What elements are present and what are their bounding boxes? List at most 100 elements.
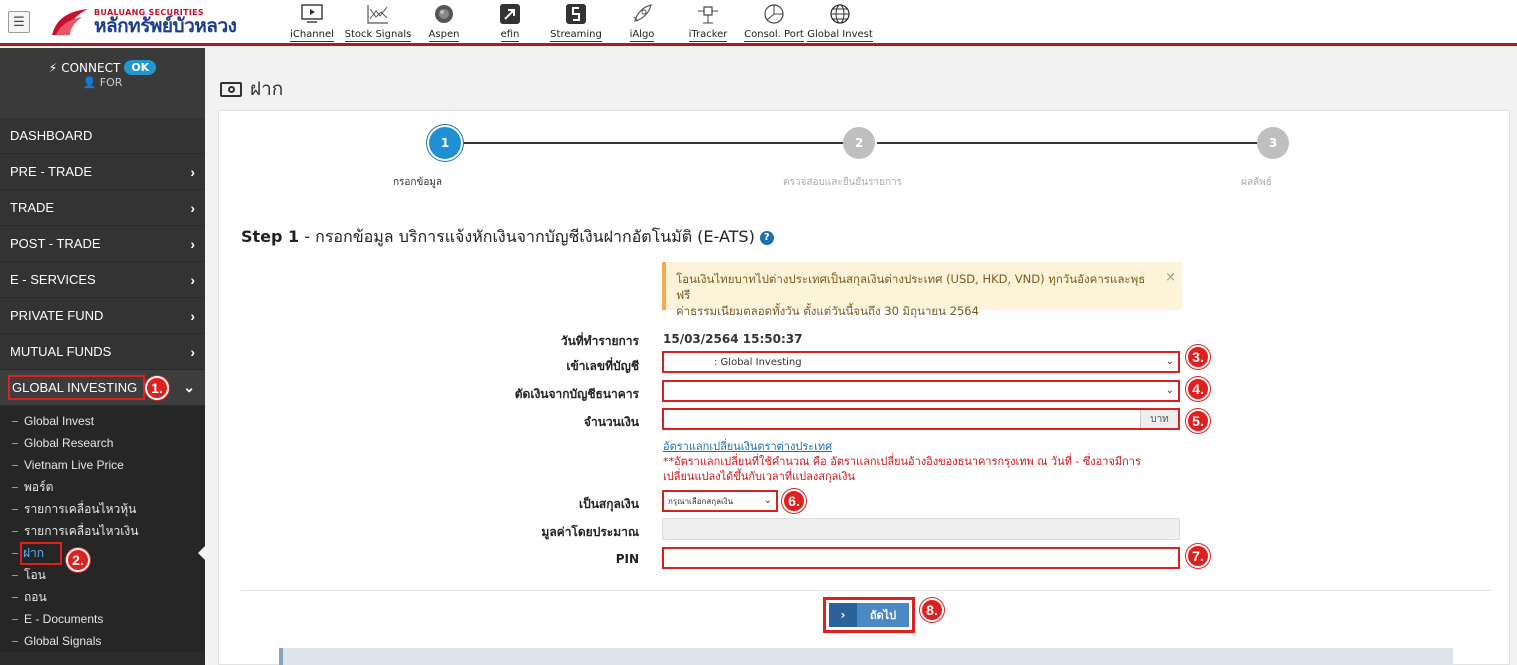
- annotation-marker: 3.: [1186, 345, 1210, 369]
- sidebar-item-post-trade[interactable]: POST - TRADE ›: [0, 226, 205, 262]
- chevron-right-icon: ›: [190, 271, 195, 288]
- fx-warning-line-2: เปลี่ยนแปลงได้ขึ้นกับเวลาที่แปลงสกุลเงิน: [663, 470, 856, 483]
- notice-line-2: ค่าธรรมเนียมตลอดทั้งวัน ตั้งแต่วันนี้จนถ…: [676, 304, 979, 318]
- app-link-global-invest[interactable]: Global Invest: [807, 0, 873, 44]
- globe-dark-icon: [431, 2, 457, 26]
- app-link-label: iAlgo: [629, 29, 655, 42]
- step-heading-bold: Step 1: [241, 227, 300, 246]
- submenu-item-label: รายการเคลื่อนไหวหุ้น: [24, 501, 137, 516]
- submenu-item-label: Global Invest: [24, 414, 95, 428]
- submenu-item-label: E - Documents: [24, 612, 104, 626]
- annotation-marker: 6.: [782, 489, 806, 513]
- money-icon: [220, 81, 242, 97]
- step-1-label: กรอกข้อมูล: [393, 177, 443, 188]
- app-link-label: Consol. Port: [744, 29, 804, 42]
- info-panel: [279, 648, 1453, 665]
- connection-status: ⚡ CONNECT OK 👤 FOR: [0, 48, 205, 118]
- app-link-efin[interactable]: efin: [478, 0, 542, 44]
- annotation-marker: 5.: [1186, 409, 1210, 433]
- monitor-play-icon: [299, 2, 325, 26]
- submenu-item-global-research[interactable]: Global Research: [0, 432, 205, 454]
- submenu-item-deposit[interactable]: ฝาก: [0, 541, 205, 565]
- chevron-right-icon: ›: [190, 307, 195, 324]
- close-icon[interactable]: ×: [1165, 270, 1176, 286]
- sidebar-item-trade[interactable]: TRADE ›: [0, 190, 205, 226]
- chart-lines-icon: [365, 2, 391, 26]
- submenu-item-portfolio[interactable]: พอร์ต: [0, 476, 205, 498]
- next-button-highlight: › ถัดไป: [823, 597, 915, 633]
- app-link-label: Stock Signals: [344, 29, 412, 42]
- app-link-streaming[interactable]: Streaming: [544, 0, 608, 44]
- chevron-down-icon: ⌄: [1165, 356, 1174, 367]
- amount-input[interactable]: บาท: [662, 408, 1180, 430]
- date-value: 15/03/2564 15:50:37: [663, 332, 803, 346]
- app-link-aspen[interactable]: Aspen: [412, 0, 476, 44]
- user-icon: 👤: [82, 76, 97, 89]
- chevron-right-icon: ›: [190, 343, 195, 360]
- sidebar-item-label: TRADE: [10, 200, 55, 215]
- estimate-label: มูลค่าโดยประมาณ: [541, 525, 639, 539]
- app-link-label: Aspen: [428, 29, 460, 42]
- hamburger-menu-icon[interactable]: ☰: [8, 11, 30, 33]
- stepper-line: [877, 142, 1267, 144]
- app-link-ichannel[interactable]: iChannel: [280, 0, 344, 44]
- next-button[interactable]: › ถัดไป: [829, 603, 909, 627]
- app-link-label: iChannel: [290, 29, 334, 42]
- globe-outline-icon: [827, 2, 853, 26]
- currency-select[interactable]: กรุณาเลือกสกุลเงิน ⌄: [662, 490, 778, 512]
- satellite-icon: [695, 2, 721, 26]
- submenu-item-cash-movements[interactable]: รายการเคลื่อนไหวเงิน: [0, 520, 205, 542]
- chevron-right-icon: ›: [190, 199, 195, 216]
- sidebar-item-label: E - SERVICES: [10, 272, 96, 287]
- pin-input[interactable]: [662, 547, 1180, 569]
- submenu-item-vietnam-live-price[interactable]: Vietnam Live Price: [0, 454, 205, 476]
- app-link-ialgo[interactable]: iAlgo: [610, 0, 674, 44]
- app-link-label: Global Invest: [807, 29, 873, 42]
- app-link-itracker[interactable]: iTracker: [676, 0, 740, 44]
- sidebar-item-e-services[interactable]: E - SERVICES ›: [0, 262, 205, 298]
- help-icon[interactable]: ?: [759, 230, 774, 245]
- sidebar-item-label: DASHBOARD: [10, 128, 93, 143]
- chevron-down-icon: ⌄: [1165, 385, 1174, 396]
- pin-label: PIN: [615, 552, 639, 566]
- streaming-icon: [563, 2, 589, 26]
- submenu-item-global-invest[interactable]: Global Invest: [0, 410, 205, 432]
- step-2-label: ตรวจสอบและยืนยันรายการ: [783, 177, 903, 188]
- sidebar-item-pre-trade[interactable]: PRE - TRADE ›: [0, 154, 205, 190]
- account-select-value: : Global Investing: [714, 356, 802, 368]
- notice-line-1: โอนเงินไทยบาทไปต่างประเทศเป็นสกุลเงินต่า…: [676, 272, 1146, 302]
- bolt-icon: ⚡: [48, 60, 58, 75]
- app-link-consol-port[interactable]: Consol. Port: [742, 0, 806, 44]
- app-link-stock-signals[interactable]: Stock Signals: [344, 0, 412, 44]
- chevron-right-icon: ›: [829, 603, 857, 627]
- submenu-item-withdraw[interactable]: ถอน: [0, 586, 205, 608]
- top-bar: ☰ BUALUANG SECURITIES หลักทรัพย์บัวหลวง …: [0, 0, 1517, 46]
- active-caret-icon: [198, 546, 205, 560]
- fx-warning-line-1: **อัตราแลกเปลี่ยนที่ใช้คำนวณ คือ อัตราแล…: [663, 455, 1141, 468]
- submenu-item-e-documents[interactable]: E - Documents: [0, 608, 205, 630]
- sidebar-item-global-investing[interactable]: GLOBAL INVESTING ⌄: [0, 370, 205, 406]
- app-link-label: iTracker: [688, 29, 728, 42]
- chevron-right-icon: ›: [190, 235, 195, 252]
- stepper-line: [461, 142, 861, 144]
- brand-logo[interactable]: BUALUANG SECURITIES หลักทรัพย์บัวหลวง: [48, 4, 238, 40]
- submenu-item-transfer[interactable]: โอน: [0, 564, 205, 586]
- page-title: ฝาก: [220, 74, 283, 104]
- account-select[interactable]: : Global Investing ⌄: [662, 351, 1180, 373]
- step-2-circle: 2: [843, 127, 875, 159]
- sidebar-item-label: GLOBAL INVESTING: [8, 375, 146, 400]
- app-link-label: efin: [500, 29, 520, 42]
- sidebar-item-label: MUTUAL FUNDS: [10, 344, 112, 359]
- fx-rate-link[interactable]: อัตราแลกเปลี่ยนเงินตราต่างประเทศ: [663, 437, 832, 455]
- submenu-item-label: Vietnam Live Price: [24, 458, 124, 472]
- submenu-item-global-signals[interactable]: Global Signals: [0, 630, 205, 652]
- submenu-item-label: พอร์ต: [24, 479, 54, 494]
- sidebar-item-mutual-funds[interactable]: MUTUAL FUNDS ›: [0, 334, 205, 370]
- submenu-item-stock-movements[interactable]: รายการเคลื่อนไหวหุ้น: [0, 498, 205, 520]
- submenu-item-label: ถอน: [24, 589, 47, 604]
- sidebar-item-dashboard[interactable]: DASHBOARD: [0, 118, 205, 154]
- sidebar-item-private-fund[interactable]: PRIVATE FUND ›: [0, 298, 205, 334]
- step-heading: Step 1 - กรอกข้อมูล บริการแจ้งหักเงินจาก…: [241, 225, 774, 250]
- bank-account-select[interactable]: ⌄: [662, 380, 1180, 402]
- lotus-logo-icon: [52, 9, 88, 35]
